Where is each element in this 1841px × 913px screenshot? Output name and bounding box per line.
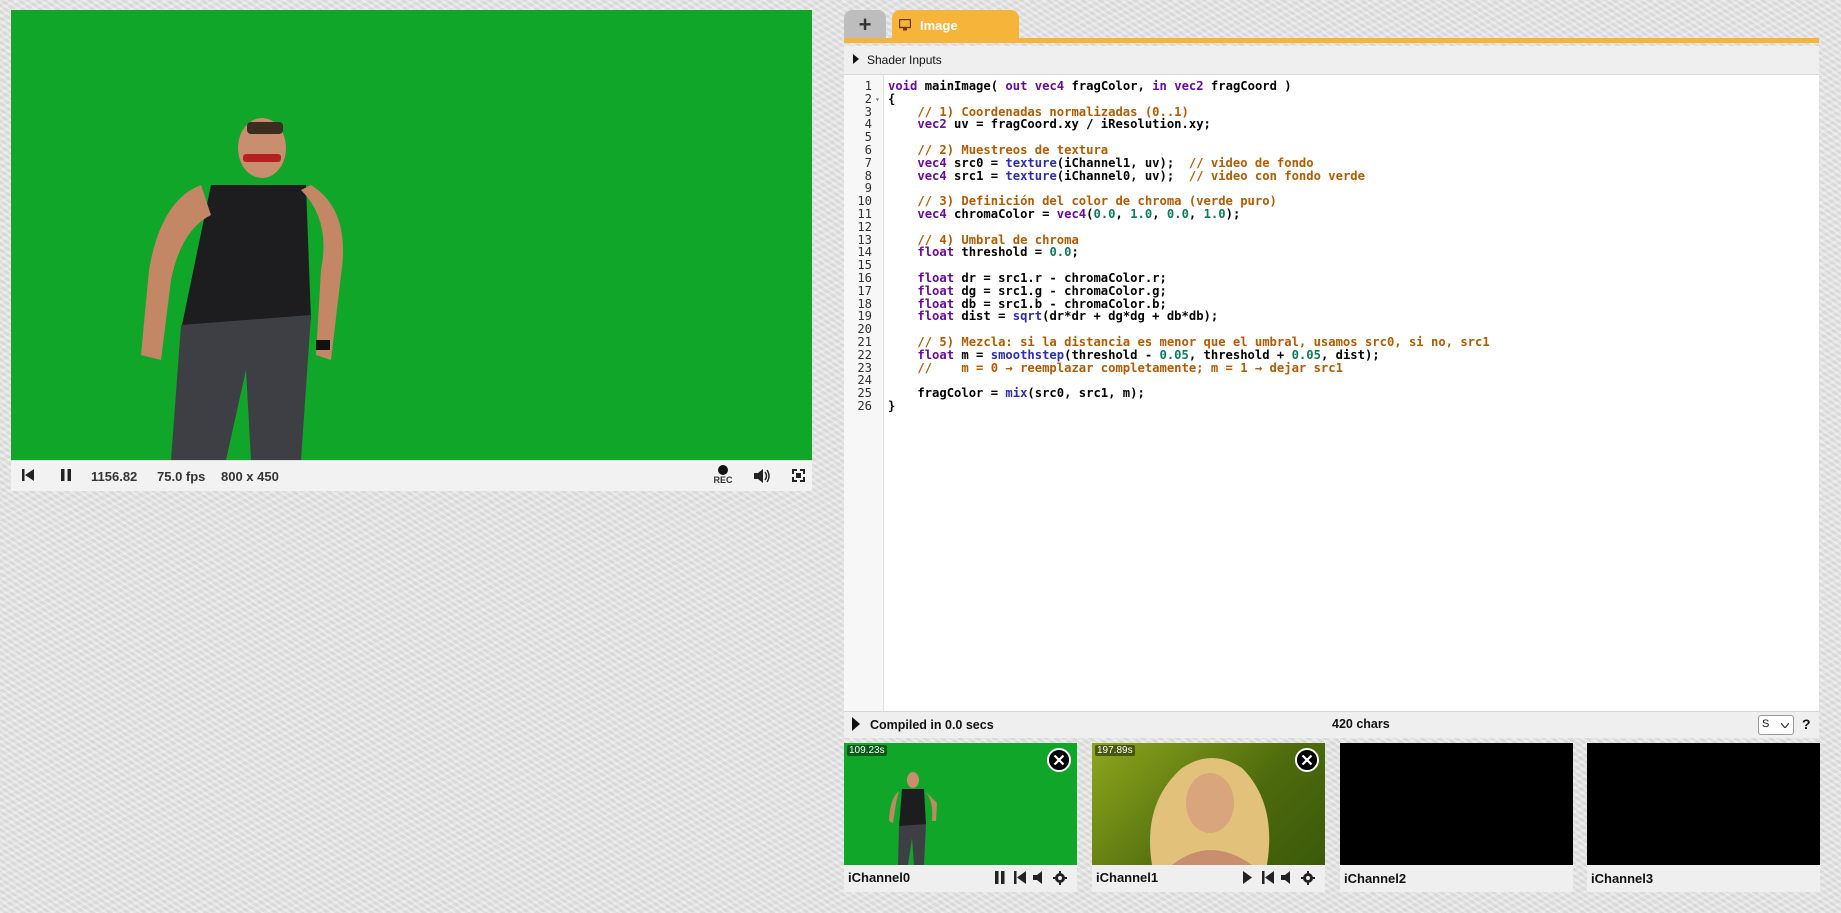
channel-0-thumbnail[interactable]: 109.23s	[844, 743, 1077, 865]
channel-1-rewind-button[interactable]	[1262, 871, 1274, 887]
channel-3-thumbnail[interactable]	[1587, 743, 1820, 865]
channel-0-preview	[889, 772, 937, 865]
channel-0: 109.23s iChannel0	[844, 743, 1077, 892]
code-editor-panel: + Image Shader Inputs 1 void mainImage( o…	[844, 10, 1819, 738]
channel-3: iChannel3	[1587, 743, 1820, 892]
tab-image-label: Image	[920, 18, 958, 33]
pause-icon	[61, 469, 71, 481]
compile-button[interactable]	[851, 717, 861, 734]
channel-1-preview	[1150, 758, 1270, 865]
code-text-area[interactable]: 1 void mainImage( out vec4 fragColor, in …	[844, 75, 1819, 711]
volume-button[interactable]	[753, 468, 771, 487]
char-count: 420 chars	[1332, 717, 1390, 731]
channel-0-rewind-button[interactable]	[1014, 871, 1026, 887]
font-size-value: S	[1762, 718, 1770, 730]
channel-2-thumbnail[interactable]	[1340, 743, 1573, 865]
render-canvas[interactable]	[11, 10, 812, 460]
shader-player: 1156.82 75.0 fps 800 x 450 REC	[11, 10, 812, 491]
rewind-icon	[1262, 871, 1274, 884]
fullscreen-button[interactable]	[791, 468, 806, 486]
close-circle-icon	[1047, 748, 1071, 772]
add-tab-button[interactable]: +	[844, 10, 886, 40]
line-number: 26	[857, 399, 872, 413]
tab-image[interactable]: Image	[892, 10, 1019, 40]
channel-1-play-button[interactable]	[1242, 871, 1253, 887]
pause-icon	[995, 871, 1005, 884]
channel-2-label: iChannel2	[1344, 871, 1407, 886]
close-circle-icon	[1295, 748, 1319, 772]
channel-1-remove-button[interactable]	[1295, 748, 1319, 772]
rewind-icon	[1014, 871, 1026, 884]
player-controls: 1156.82 75.0 fps 800 x 450 REC	[11, 460, 812, 491]
tab-underline	[844, 38, 1819, 43]
record-label: REC	[713, 475, 733, 485]
channel-0-label: iChannel0	[848, 870, 911, 885]
channel-3-bar: iChannel3	[1587, 865, 1820, 892]
channel-1-settings-button[interactable]	[1301, 871, 1315, 888]
time-readout: 1156.82	[91, 469, 138, 484]
code-text: }	[888, 399, 896, 413]
channel-0-time: 109.23s	[847, 745, 887, 756]
rewind-icon	[22, 469, 34, 481]
speaker-icon	[1281, 871, 1290, 884]
channel-1-time: 197.89s	[1095, 745, 1135, 756]
channel-1: 197.89s iChannel1	[1092, 743, 1325, 892]
play-icon	[852, 717, 860, 731]
help-button[interactable]: ?	[1802, 716, 1811, 732]
record-icon	[718, 465, 728, 475]
channel-1-thumbnail[interactable]: 197.89s	[1092, 743, 1325, 865]
channel-0-pause-button[interactable]	[994, 871, 1006, 887]
font-size-select[interactable]: S	[1758, 715, 1794, 735]
record-button[interactable]: REC	[712, 465, 734, 485]
channel-0-bar: iChannel0	[844, 865, 1077, 892]
shader-inputs-label: Shader Inputs	[867, 53, 942, 67]
compile-status: Compiled in 0.0 secs	[870, 718, 994, 732]
rendered-figure	[141, 118, 343, 460]
expand-arrow-icon	[853, 54, 859, 64]
speaker-icon	[1033, 871, 1042, 884]
code-line[interactable]: 26}	[844, 399, 1819, 414]
resolution-readout: 800 x 450	[221, 469, 279, 484]
play-icon	[1243, 871, 1252, 884]
monitor-icon	[899, 19, 911, 31]
fps-readout: 75.0 fps	[157, 469, 206, 484]
gear-icon	[1301, 871, 1315, 885]
channel-1-bar: iChannel1	[1092, 865, 1325, 892]
status-bar: Compiled in 0.0 secs 420 chars S ?	[844, 711, 1819, 738]
gear-icon	[1053, 871, 1067, 885]
channel-3-label: iChannel3	[1591, 871, 1654, 886]
rewind-button[interactable]	[21, 468, 35, 485]
channel-0-settings-button[interactable]	[1053, 871, 1067, 888]
channel-1-label: iChannel1	[1096, 870, 1159, 885]
fullscreen-icon	[792, 469, 805, 482]
channel-0-remove-button[interactable]	[1047, 748, 1071, 772]
channel-2-bar: iChannel2	[1340, 865, 1573, 892]
chevron-down-icon	[1781, 723, 1789, 728]
pause-button[interactable]	[59, 468, 73, 485]
speaker-icon	[754, 469, 770, 483]
shader-inputs-toggle[interactable]: Shader Inputs	[844, 46, 1819, 75]
channel-1-mute-button[interactable]	[1281, 871, 1294, 887]
channel-2: iChannel2	[1340, 743, 1573, 892]
channel-0-mute-button[interactable]	[1033, 871, 1046, 887]
